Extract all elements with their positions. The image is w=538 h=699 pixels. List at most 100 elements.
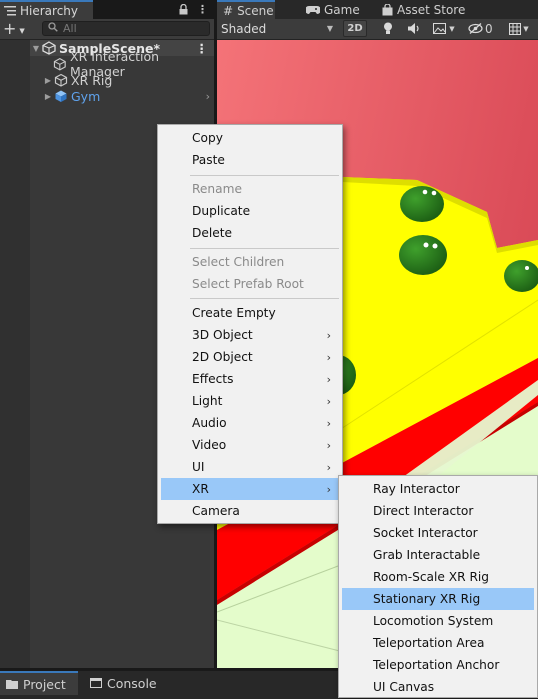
menu-item-light[interactable]: Light › [161, 390, 339, 412]
menu-item-ray-interactor[interactable]: Ray Interactor [342, 478, 534, 500]
chevron-down-icon: ▼ [449, 24, 455, 33]
kebab-menu-icon[interactable]: ⋮ [197, 3, 208, 16]
submenu-arrow-icon: › [326, 460, 331, 474]
hierarchy-list-icon [4, 6, 16, 16]
speaker-icon[interactable] [403, 20, 425, 37]
gameobject-cube-icon [54, 73, 68, 87]
hierarchy-toolbar: + ▼ [0, 19, 214, 40]
tab-hierarchy[interactable]: Hierarchy [0, 0, 93, 19]
lightbulb-icon[interactable] [377, 20, 399, 37]
menu-item-stationary-xr-rig[interactable]: Stationary XR Rig [342, 588, 534, 610]
gameobject-cube-icon [54, 57, 67, 71]
menu-separator [190, 298, 339, 299]
hierarchy-row-xr-interaction-manager[interactable]: XR Interaction Manager [30, 49, 214, 79]
image-effects-icon[interactable]: ▼ [429, 20, 459, 37]
hierarchy-item-label: Gym [71, 88, 101, 104]
hierarchy-row-gym[interactable]: ▶ Gym › [30, 88, 214, 104]
menu-item-label: Effects [192, 372, 234, 386]
hierarchy-gutter [0, 40, 30, 668]
hierarchy-search[interactable] [42, 21, 210, 36]
submenu-arrow-icon: › [326, 416, 331, 430]
menu-item-2d-object[interactable]: 2D Object › [161, 346, 339, 368]
menu-item-audio[interactable]: Audio › [161, 412, 339, 434]
xr-submenu: Ray Interactor Direct Interactor Socket … [338, 475, 538, 698]
toggle-2d-button[interactable]: 2D [343, 20, 367, 37]
menu-item-3d-object[interactable]: 3D Object › [161, 324, 339, 346]
tab-scene[interactable]: # Scene [217, 0, 275, 19]
menu-item-create-empty[interactable]: Create Empty [161, 302, 339, 324]
folder-icon [6, 680, 18, 689]
menu-item-direct-interactor[interactable]: Direct Interactor [342, 500, 534, 522]
menu-item-grab-interactable[interactable]: Grab Interactable [342, 544, 534, 566]
scene-toolbar: Shaded ▼ 2D ▼ 0 ▼ [217, 19, 538, 40]
plus-icon: + [3, 19, 17, 38]
menu-item-label: 3D Object [192, 328, 253, 342]
menu-item-xr[interactable]: XR › [161, 478, 339, 500]
menu-item-duplicate[interactable]: Duplicate [161, 200, 339, 222]
menu-item-copy[interactable]: Copy [161, 127, 339, 149]
shopping-bag-icon [382, 3, 393, 15]
grid-icon [509, 22, 522, 35]
menu-item-label: XR [192, 482, 209, 496]
menu-item-delete[interactable]: Delete [161, 222, 339, 244]
console-icon [90, 678, 102, 688]
chevron-down-icon: ▼ [19, 26, 25, 35]
menu-item-teleportation-area[interactable]: Teleportation Area [342, 632, 534, 654]
menu-item-label: UI [192, 460, 205, 474]
collapse-arrow-icon[interactable]: ▶ [42, 92, 54, 101]
menu-item-video[interactable]: Video › [161, 434, 339, 456]
menu-item-camera[interactable]: Camera [161, 500, 339, 522]
menu-item-effects[interactable]: Effects › [161, 368, 339, 390]
menu-item-locomotion-system[interactable]: Locomotion System [342, 610, 534, 632]
tab-label: Scene [237, 3, 274, 18]
menu-item-rename: Rename [192, 182, 242, 196]
tab-project[interactable]: Project [0, 671, 78, 695]
menu-separator [190, 175, 339, 176]
menu-item-label: Audio [192, 416, 227, 430]
create-button[interactable]: + ▼ [3, 19, 35, 38]
search-icon [43, 22, 63, 35]
tab-label: Game [324, 2, 360, 17]
menu-item-select-children: Select Children [192, 255, 285, 269]
menu-item-socket-interactor[interactable]: Socket Interactor [342, 522, 534, 544]
menu-item-label: Video [192, 438, 227, 452]
tab-game[interactable]: Game [300, 0, 360, 19]
scene-tabbar: # Scene Game Asset Store [217, 0, 538, 19]
hierarchy-item-label: XR Rig [71, 72, 113, 88]
search-input[interactable] [63, 22, 193, 35]
tab-asset-store[interactable]: Asset Store [376, 0, 484, 19]
shading-mode-dropdown[interactable]: Shaded ▼ [217, 19, 337, 38]
menu-item-label: 2D Object [192, 350, 253, 364]
submenu-arrow-icon: › [326, 482, 331, 496]
prefab-open-arrow-icon[interactable]: › [206, 90, 210, 103]
gamepad-icon [306, 5, 320, 14]
menu-item-teleportation-anchor[interactable]: Teleportation Anchor [342, 654, 534, 676]
menu-separator [190, 248, 339, 249]
hierarchy-tabbar: Hierarchy ⋮ [0, 0, 214, 19]
hierarchy-row-xr-rig[interactable]: ▶ XR Rig [30, 72, 214, 88]
hidden-objects-toggle[interactable]: 0 [468, 20, 502, 37]
expand-arrow-icon[interactable]: ▼ [30, 44, 42, 53]
tab-console[interactable]: Console [84, 671, 174, 695]
tab-label: Console [107, 675, 157, 691]
green-ball [399, 235, 447, 275]
tab-label: Asset Store [397, 2, 466, 17]
submenu-arrow-icon: › [326, 438, 331, 452]
chevron-down-icon: ▼ [523, 24, 529, 33]
tab-label: Project [23, 676, 66, 692]
submenu-arrow-icon: › [326, 394, 331, 408]
hidden-count: 0 [485, 21, 493, 36]
lock-icon[interactable] [179, 4, 188, 15]
collapse-arrow-icon[interactable]: ▶ [42, 76, 54, 85]
hierarchy-context-menu: Copy Paste Rename Duplicate Delete Selec… [157, 124, 343, 524]
grid-toggle[interactable]: ▼ [505, 20, 533, 37]
menu-item-label: Light [192, 394, 223, 408]
hash-icon: # [223, 3, 234, 18]
menu-item-ui-canvas[interactable]: UI Canvas [342, 676, 534, 698]
prefab-cube-icon [55, 90, 67, 102]
shading-mode-value: Shaded [221, 21, 267, 36]
menu-item-ui[interactable]: UI › [161, 456, 339, 478]
menu-item-room-scale-xr-rig[interactable]: Room-Scale XR Rig [342, 566, 534, 588]
menu-item-paste[interactable]: Paste [161, 149, 339, 171]
submenu-arrow-icon: › [326, 328, 331, 342]
